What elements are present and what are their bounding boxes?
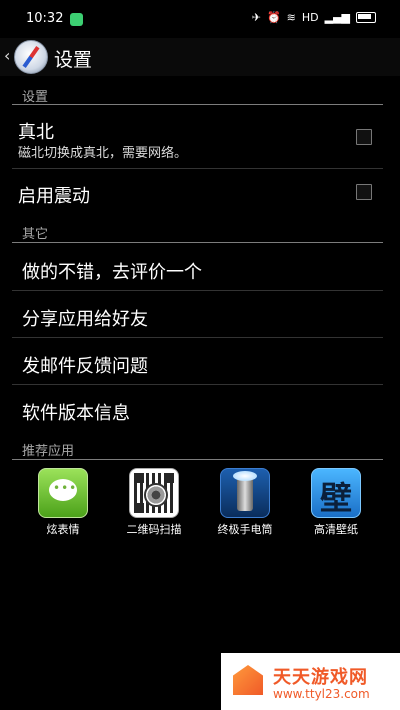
item-divider xyxy=(12,384,383,385)
app-label: 炫表情 xyxy=(46,523,80,536)
share-app-item[interactable]: 分享应用给好友 xyxy=(22,305,148,331)
section-divider xyxy=(12,104,383,105)
watermark-logo: 天天游戏网 www.ttyl23.com xyxy=(221,653,400,710)
status-time: 10:32 xyxy=(26,11,64,26)
section-header-recommended: 推荐应用 xyxy=(22,444,75,459)
house-logo-icon xyxy=(233,665,263,695)
back-chevron-icon[interactable]: ‹ xyxy=(4,46,10,65)
version-info-item[interactable]: 软件版本信息 xyxy=(22,399,130,425)
wallpaper-icon xyxy=(311,468,361,518)
status-icons: ✈ ⏰ ≋ HD ▂▄▆ xyxy=(252,11,376,24)
flashlight-icon xyxy=(220,468,270,518)
hd-label: HD xyxy=(301,11,319,24)
section-header-settings: 设置 xyxy=(22,90,49,105)
wifi-icon: ≋ xyxy=(286,11,296,24)
section-divider xyxy=(12,459,383,460)
mute-icon: ✈ xyxy=(251,11,261,24)
setting-title: 真北 xyxy=(18,122,54,143)
true-north-checkbox[interactable] xyxy=(356,129,372,145)
app-label: 高清壁纸 xyxy=(314,523,358,536)
recommended-app-emoji[interactable]: 炫表情 xyxy=(28,468,98,537)
battery-icon xyxy=(356,12,376,23)
item-divider xyxy=(12,168,383,169)
recommended-app-flashlight[interactable]: 终极手电筒 xyxy=(210,468,280,537)
watermark-brand: 天天游戏网 xyxy=(273,667,368,688)
page-title: 设置 xyxy=(54,49,93,71)
section-header-other: 其它 xyxy=(22,227,49,242)
item-divider xyxy=(12,337,383,338)
action-bar: ‹ 设置 xyxy=(0,38,400,76)
compass-app-icon[interactable] xyxy=(14,40,48,74)
vibration-checkbox[interactable] xyxy=(356,184,372,200)
email-feedback-item[interactable]: 发邮件反馈问题 xyxy=(22,352,148,378)
phone-notification-icon xyxy=(70,13,83,26)
qr-scan-icon xyxy=(129,468,179,518)
status-bar: 10:32 ✈ ⏰ ≋ HD ▂▄▆ xyxy=(0,0,400,38)
section-divider xyxy=(12,242,383,243)
recommended-app-wallpaper[interactable]: 高清壁纸 xyxy=(301,468,371,537)
rate-app-item[interactable]: 做的不错，去评价一个 xyxy=(22,258,202,284)
watermark-url: www.ttyl23.com xyxy=(273,687,370,701)
item-divider xyxy=(12,290,383,291)
chat-bubble-icon xyxy=(38,468,88,518)
signal-icon: ▂▄▆ xyxy=(324,11,350,24)
setting-title: 启用震动 xyxy=(18,186,90,207)
alarm-icon: ⏰ xyxy=(266,11,281,24)
app-label: 终极手电筒 xyxy=(217,523,273,536)
setting-subtitle: 磁北切换成真北，需要网络。 xyxy=(18,146,188,161)
app-label: 二维码扫描 xyxy=(126,523,182,536)
recommended-app-qr[interactable]: 二维码扫描 xyxy=(119,468,189,537)
